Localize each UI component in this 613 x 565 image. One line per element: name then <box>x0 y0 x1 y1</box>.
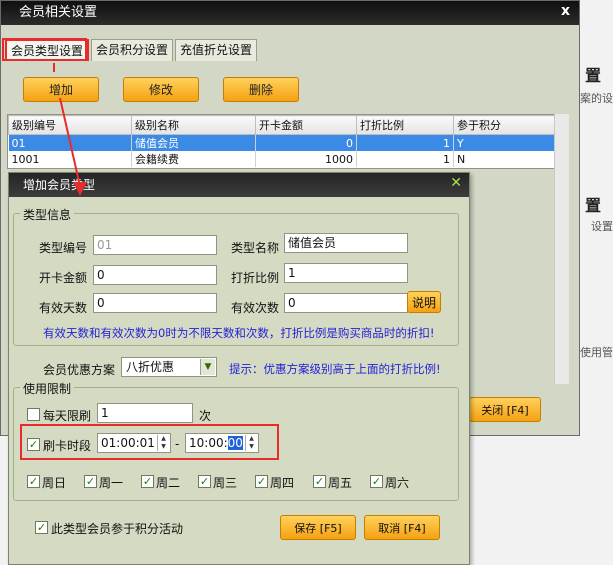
annotation-arrow <box>53 63 87 196</box>
